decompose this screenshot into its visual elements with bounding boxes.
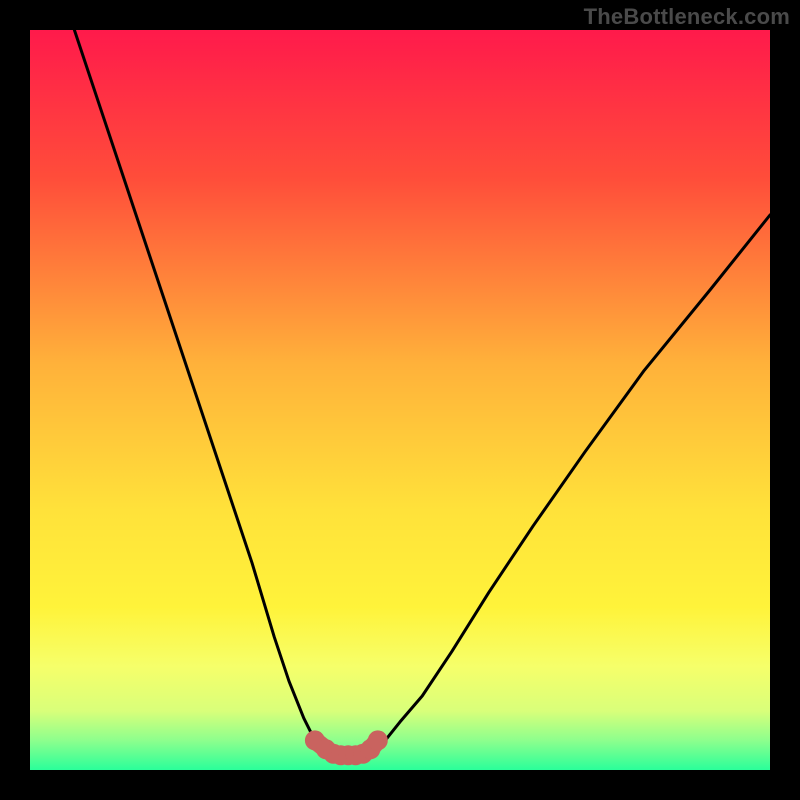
chart-plot bbox=[30, 30, 770, 770]
chart-frame: TheBottleneck.com bbox=[0, 0, 800, 800]
optimal-marker-dot bbox=[368, 730, 388, 750]
gradient-background bbox=[30, 30, 770, 770]
chart-svg bbox=[30, 30, 770, 770]
watermark-text: TheBottleneck.com bbox=[584, 4, 790, 30]
